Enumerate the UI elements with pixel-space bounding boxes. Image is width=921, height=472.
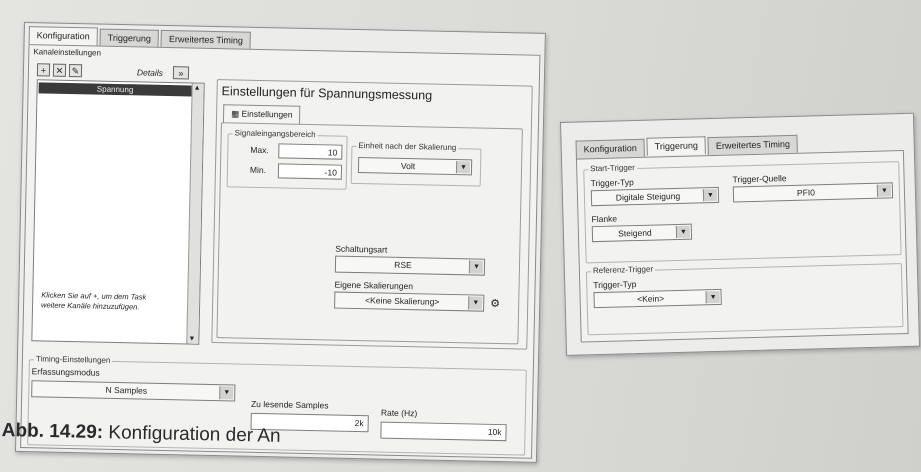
scroll-down-icon[interactable]: ▼ [188,336,195,343]
tab-erweitertes-timing[interactable]: Erweitertes Timing [707,134,799,156]
ref-trigger-type-label: Trigger-Typ [593,279,637,291]
tab-triggerung[interactable]: Triggerung [646,136,707,156]
min-label: Min. [249,164,267,176]
mode-value: N Samples [105,384,148,396]
add-channel-hint: Klicken Sie auf +, um dem Task weitere K… [40,290,147,312]
figure-number: Abb. 14.29: [1,420,104,444]
start-trigger-group: Start-Trigger Trigger-Typ Digitale Steig… [583,161,902,264]
scaling-label: Eigene Skalierungen [334,279,414,292]
ref-trigger-type-select[interactable]: <Kein> ▼ [593,288,722,309]
wand-icon: ✎ [71,66,80,77]
figure-caption-text: Konfiguration der An [108,422,281,447]
tab-content: Kanaleinstellungen + ✕ ✎ Details » Spann… [20,44,541,459]
mode-select[interactable]: N Samples ▼ [31,380,236,402]
channel-settings-label: Kanaleinstellungen [33,47,102,58]
rate-input[interactable]: 10k [380,421,507,442]
trigger-type-label: Trigger-Typ [590,177,634,189]
edge-label: Flanke [591,213,618,225]
chevron-down-icon[interactable]: ▼ [219,386,234,400]
samples-label: Zu lesende Samples [250,398,329,411]
chevron-down-icon[interactable]: ▼ [702,188,718,202]
wiring-label: Schaltungsart [335,243,388,255]
trigger-source-value: PFI0 [796,187,816,198]
x-icon: ✕ [55,65,64,76]
details-label: Details [136,67,164,78]
list-scrollbar[interactable]: ▲ ▼ [186,83,204,344]
scaling-select[interactable]: <Keine Skalierung> ▼ [334,291,485,312]
details-button[interactable]: » [172,66,190,80]
rate-label: Rate (Hz) [380,407,418,419]
reference-trigger-label: Referenz-Trigger [590,264,656,276]
chevron-down-icon[interactable]: ▼ [468,296,483,310]
scroll-up-icon[interactable]: ▲ [194,85,201,92]
daq-config-panel: Konfiguration Triggerung Erweitertes Tim… [14,22,546,463]
range-group-label: Signaleingangsbereich [232,128,318,140]
chevron-down-icon[interactable]: ▼ [455,161,471,174]
plus-icon: + [40,65,47,76]
timing-group-label: Timing-Einstellungen [33,354,113,365]
unit-group-label: Einheit nach der Skalierung [356,140,459,153]
mode-label: Erfassungsmodus [31,366,100,378]
unit-select[interactable]: Volt ▼ [357,157,473,176]
min-input[interactable]: -10 [277,163,343,180]
trigger-source-select[interactable]: PFI0 ▼ [732,182,894,203]
trigger-type-select[interactable]: Digitale Steigung ▼ [590,186,720,207]
scaling-value: <Keine Skalierung> [365,295,440,307]
tab-einstellungen-label: Einstellungen [241,108,293,120]
remove-channel-button[interactable]: ✕ [52,63,67,77]
chevron-down-icon[interactable]: ▼ [876,184,892,197]
trigger-source-label: Trigger-Quelle [732,173,787,185]
settings-tab-content: Signaleingangsbereich Max. 10 Min. -10 E… [216,122,523,345]
wiring-select[interactable]: RSE ▼ [334,255,486,276]
page-background: Konfiguration Triggerung Erweitertes Tim… [0,0,921,472]
trigger-config-panel: Konfiguration Triggerung Erweitertes Tim… [560,112,921,356]
edit-channel-button[interactable]: ✎ [68,63,83,78]
reference-trigger-group: Referenz-Trigger Trigger-Typ <Kein> ▼ [585,263,904,336]
wrench-icon[interactable]: ⚙ [490,297,500,310]
tab-konfiguration[interactable]: Konfiguration [575,138,645,159]
edge-select[interactable]: Steigend ▼ [591,223,693,243]
add-channel-button[interactable]: + [36,63,51,77]
chevron-down-icon[interactable]: ▼ [705,290,720,304]
ref-trigger-type-value: <Kein> [637,293,665,305]
chevron-down-icon[interactable]: ▼ [675,225,691,239]
max-label: Max. [250,144,269,156]
unit-group: Einheit nach der Skalierung Volt ▼ [350,140,482,187]
start-trigger-label: Start-Trigger [588,163,637,174]
trigger-type-value: Digitale Steigung [615,190,681,203]
max-input[interactable]: 10 [278,143,343,160]
tab-konfiguration[interactable]: Konfiguration [28,26,98,46]
chevron-down-icon[interactable]: ▼ [468,260,484,274]
list-item[interactable]: Spannung [38,82,192,97]
settings-section: Einstellungen für Spannungsmessung ▦ Ein… [211,79,533,350]
unit-value: Volt [400,160,416,172]
edge-value: Steigend [618,227,652,239]
channel-list[interactable]: Spannung ▲ ▼ Klicken Sie auf +, um dem T… [31,79,205,345]
settings-title: Einstellungen für Spannungsmessung [221,84,433,103]
tab-content: Start-Trigger Trigger-Typ Digitale Steig… [575,150,909,343]
range-group: Signaleingangsbereich Max. 10 Min. -10 [226,128,348,190]
wiring-value: RSE [394,259,412,271]
